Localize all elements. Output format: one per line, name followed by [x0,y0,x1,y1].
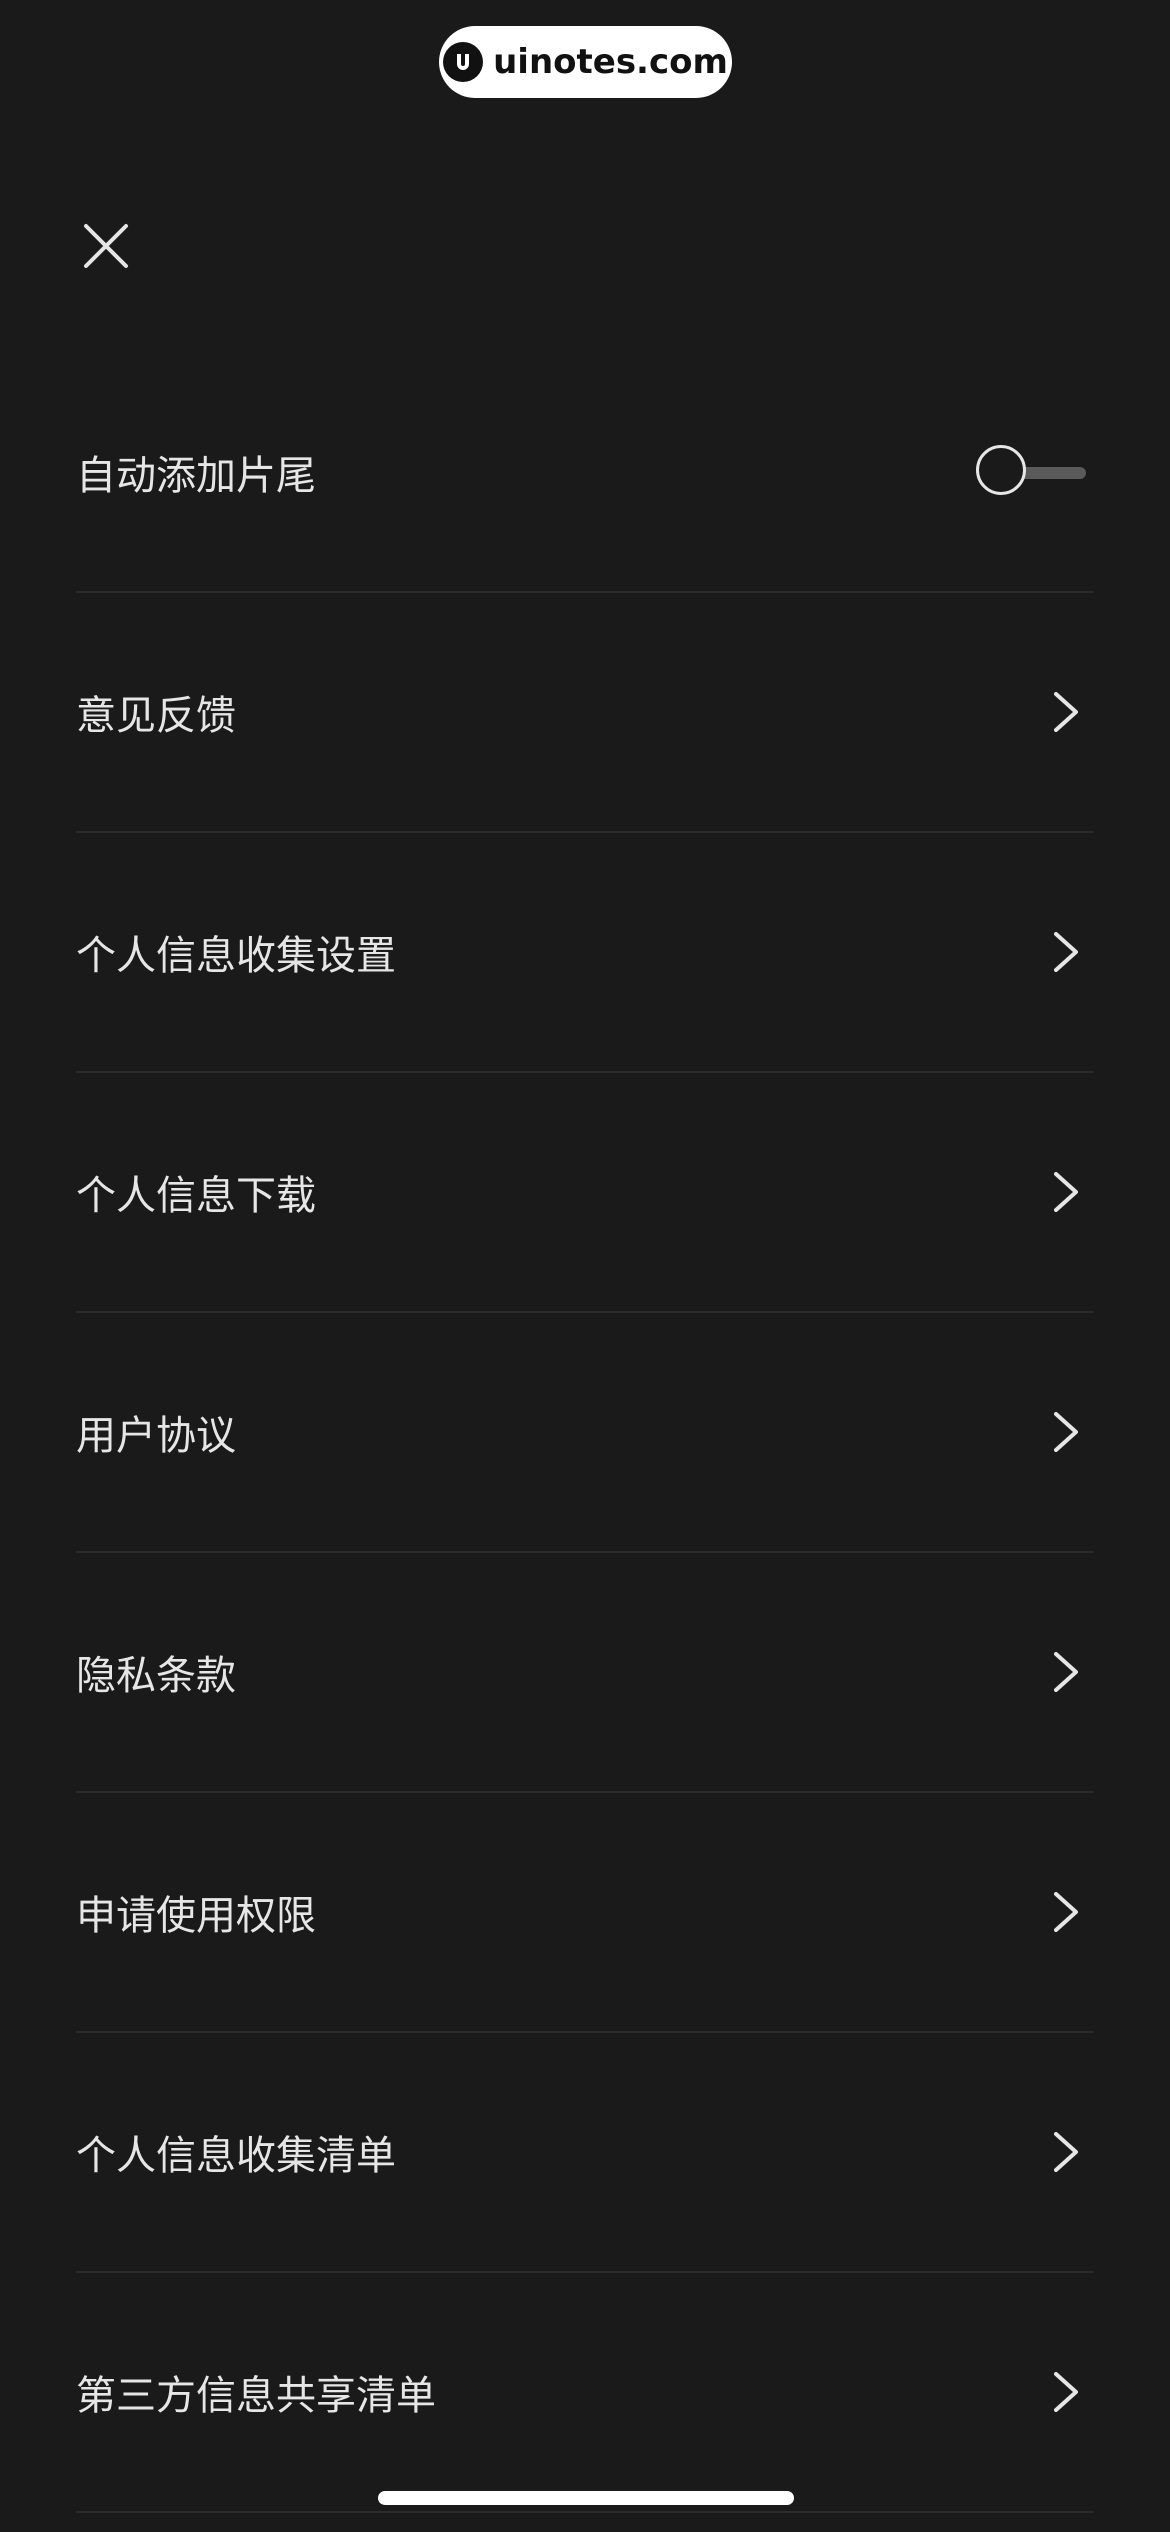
setting-third-party-sharing-list[interactable]: 第三方信息共享清单 [76,2273,1094,2513]
close-button[interactable] [76,216,136,276]
settings-list: 自动添加片尾 意见反馈 个人信息收集设置 个人信息下载 用户协议 隐私条款 申请… [0,353,1170,2513]
setting-personal-info-download[interactable]: 个人信息下载 [76,1073,1094,1313]
chevron-right-icon [1046,1402,1086,1462]
setting-personal-info-list[interactable]: 个人信息收集清单 [76,2033,1094,2273]
setting-user-agreement[interactable]: 用户协议 [76,1313,1094,1553]
setting-label: 自动添加片尾 [76,453,316,499]
setting-personal-info-collection[interactable]: 个人信息收集设置 [76,833,1094,1073]
chevron-right-icon [1046,1882,1086,1942]
setting-label: 意见反馈 [76,693,236,739]
setting-auto-add-ending: 自动添加片尾 [76,353,1094,593]
toggle-knob [976,445,1026,495]
home-indicator[interactable] [378,2491,794,2505]
setting-label: 隐私条款 [76,1653,236,1699]
watermark-text: uinotes.com [493,42,728,82]
setting-label: 申请使用权限 [76,1893,316,1939]
chevron-right-icon [1046,2362,1086,2422]
setting-label: 个人信息收集清单 [76,2133,396,2179]
setting-label: 第三方信息共享清单 [76,2373,436,2419]
chevron-right-icon [1046,1162,1086,1222]
close-icon [84,224,128,268]
setting-permissions[interactable]: 申请使用权限 [76,1793,1094,2033]
setting-label: 个人信息收集设置 [76,933,396,979]
chevron-right-icon [1046,1642,1086,1702]
setting-privacy-terms[interactable]: 隐私条款 [76,1553,1094,1793]
chevron-right-icon [1046,2122,1086,2182]
watermark-badge: uinotes.com [439,26,732,98]
chevron-right-icon [1046,922,1086,982]
setting-feedback[interactable]: 意见反馈 [76,593,1094,833]
toggle-track [1016,467,1086,479]
setting-label: 个人信息下载 [76,1173,316,1219]
auto-add-ending-toggle[interactable] [976,442,1086,502]
setting-label: 用户协议 [76,1413,236,1459]
chevron-right-icon [1046,682,1086,742]
uinotes-logo-icon [443,42,484,82]
